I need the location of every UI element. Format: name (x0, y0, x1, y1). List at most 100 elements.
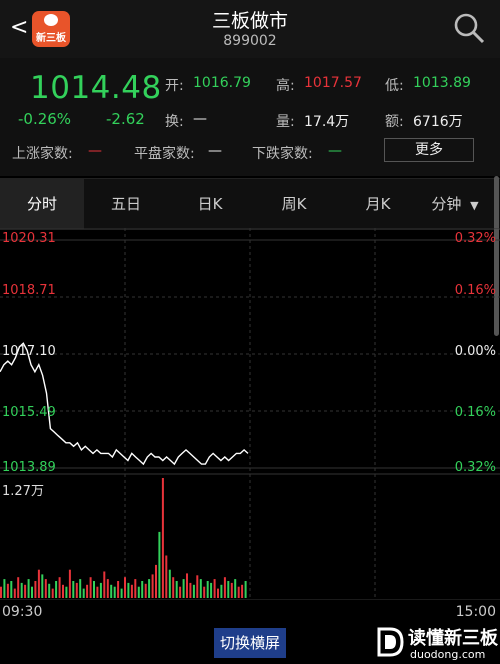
volume-bar (220, 584, 223, 598)
volume-bar (55, 581, 58, 598)
volume-bar (62, 584, 64, 598)
volume-bar (34, 581, 37, 598)
watermark-logo-icon (377, 627, 404, 657)
volume-bar (44, 579, 47, 598)
tab-minute[interactable]: 分钟 ▼ (420, 179, 490, 229)
volume-bar (79, 579, 82, 598)
down-count-label: 下跌家数: (252, 146, 313, 162)
volume-bar (148, 579, 151, 598)
volume-bar (223, 577, 226, 598)
y-right-tick-1: 0.16% (454, 283, 496, 298)
volume-bar (234, 579, 237, 598)
volume-bar (51, 588, 54, 598)
volume-bar (134, 579, 137, 598)
intraday-chart (0, 228, 500, 600)
volume-label: 量: (276, 114, 295, 130)
back-arrow-icon[interactable]: < (10, 17, 28, 39)
tab-intraday[interactable]: 分时 (0, 179, 84, 229)
volume-bar (96, 586, 99, 598)
up-count-value: — (88, 143, 102, 159)
y-right-tick-3: 0.16% (454, 405, 496, 420)
amount-label: 额: (385, 114, 404, 130)
volume-bar (172, 577, 175, 598)
high-label: 高: (276, 78, 295, 94)
volume-bar (3, 579, 6, 598)
volume-bar (199, 579, 202, 598)
volume-bar (158, 531, 161, 598)
time-end-label: 15:00 (455, 604, 496, 620)
volume-bar (6, 583, 9, 598)
y-right-tick-4: 0.32% (454, 460, 496, 475)
volume-bar (41, 574, 44, 598)
tab-five-day[interactable]: 五日 (84, 179, 168, 229)
tab-daily-k[interactable]: 日K (168, 179, 252, 229)
low-value: 1013.89 (413, 75, 471, 91)
page-title: 三板做市 (211, 10, 288, 32)
volume-bar (103, 571, 106, 598)
volume-bar (75, 582, 78, 598)
tab-weekly-k[interactable]: 周K (252, 179, 336, 229)
volume-bar (31, 586, 33, 598)
volume-bar (244, 581, 247, 598)
volume-bar (113, 586, 116, 598)
volume-bar (24, 584, 27, 598)
change-percent: -0.26% (18, 110, 72, 128)
volume-bar (68, 569, 71, 598)
volume-bar (241, 584, 244, 598)
volume-bar (213, 579, 216, 598)
dropdown-arrow-icon: ▼ (470, 199, 479, 212)
volume-bar (82, 588, 85, 598)
watermark-subtitle: duodong.com (410, 648, 486, 661)
volume-bar (0, 586, 2, 598)
volume-bar (227, 581, 230, 598)
volume-bar (27, 579, 30, 598)
amount-value: 6716万 (413, 114, 463, 130)
more-button[interactable]: 更多 (384, 138, 474, 162)
volume-bar (186, 573, 188, 598)
volume-bar (110, 584, 113, 598)
volume-bar (141, 581, 144, 598)
high-value: 1017.57 (304, 75, 362, 91)
volume-bar (120, 588, 123, 598)
tab-monthly-k[interactable]: 月K (336, 179, 420, 229)
chart-grid (0, 228, 500, 600)
switch-landscape-button[interactable]: 切换横屏 (214, 628, 286, 658)
price-line (0, 342, 249, 466)
volume-bar (58, 577, 61, 598)
volume-bar (192, 584, 195, 598)
volume-bar (17, 577, 20, 598)
volume-bar (210, 582, 213, 598)
volume-bar (117, 581, 120, 598)
app-logo: 新三板 (32, 11, 70, 47)
volume-bar (203, 586, 206, 598)
volume-bar (72, 581, 75, 598)
volume-bar (89, 577, 92, 598)
time-start-label: 09:30 (2, 604, 43, 620)
volume-bar (130, 584, 133, 598)
flat-count-value: — (208, 143, 222, 159)
volume-bar (99, 582, 102, 598)
volume-bar (230, 582, 233, 598)
volume-bar (161, 478, 164, 598)
current-price: 1014.48 (30, 70, 162, 106)
turnover-value: — (193, 111, 207, 127)
volume-bar (217, 588, 219, 598)
search-icon[interactable] (452, 11, 486, 45)
y-left-tick-3: 1015.49 (2, 405, 56, 420)
change-amount: -2.62 (106, 110, 145, 128)
y-left-tick-1: 1018.71 (2, 283, 56, 298)
y-left-tick-2: 1017.10 (2, 344, 56, 359)
index-code: 899002 (223, 33, 277, 49)
volume-bar (137, 586, 140, 598)
y-right-tick-0: 0.32% (454, 231, 496, 246)
volume-bar (151, 574, 154, 598)
volume-bar (124, 577, 126, 598)
volume-bar (155, 564, 157, 598)
volume-bar (10, 581, 13, 598)
watermark: 读懂新三板 duodong.com (374, 622, 500, 664)
volume-bar (196, 575, 199, 598)
down-count-value: — (328, 143, 342, 159)
volume-bar (48, 583, 51, 598)
open-value: 1016.79 (193, 75, 251, 91)
flat-count-label: 平盘家数: (134, 146, 195, 162)
